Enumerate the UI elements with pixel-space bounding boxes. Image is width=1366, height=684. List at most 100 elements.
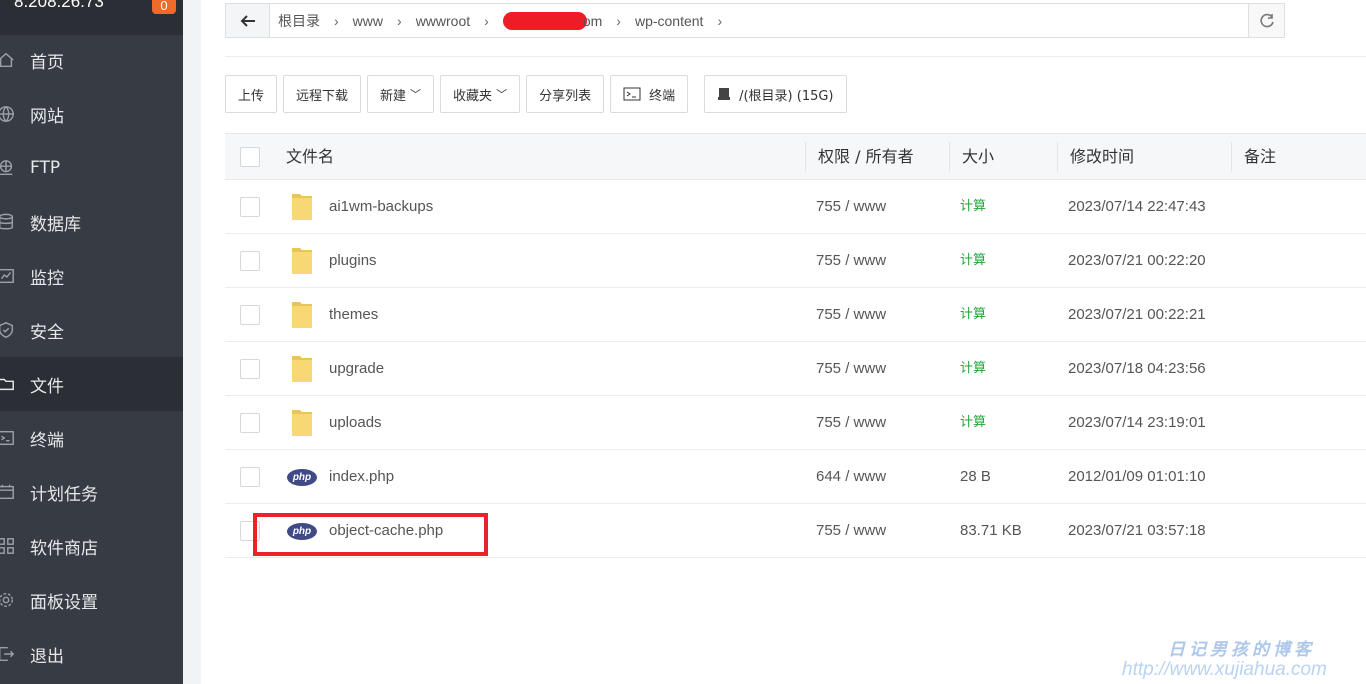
row-checkbox[interactable] xyxy=(240,305,260,325)
back-button[interactable] xyxy=(226,4,270,37)
refresh-button[interactable] xyxy=(1248,4,1284,37)
sidebar-item-label: 首页 xyxy=(30,52,64,73)
table-row[interactable]: ai1wm-backups 755 / www 计算 2023/07/14 22… xyxy=(225,180,1366,234)
globe-icon xyxy=(0,104,16,124)
logout-icon xyxy=(0,644,16,664)
folder-icon xyxy=(292,356,312,382)
sidebar-item-store[interactable]: 软件商店 xyxy=(0,519,183,573)
column-divider xyxy=(805,142,806,172)
file-name[interactable]: uploads xyxy=(329,396,382,450)
watermark-title: 日记男孩的博客 xyxy=(1168,640,1315,660)
share-list-label: 分享列表 xyxy=(539,88,592,104)
breadcrumb-item[interactable]: wwwroot xyxy=(416,13,470,29)
sidebar-item-terminal[interactable]: 终端 xyxy=(0,411,183,465)
arrow-left-icon xyxy=(240,14,255,27)
calculate-size-link[interactable]: 计算 xyxy=(960,180,986,234)
sidebar-item-label: 退出 xyxy=(30,646,64,667)
sidebar-item-cron[interactable]: 计划任务 xyxy=(0,465,183,519)
share-list-button[interactable]: 分享列表 xyxy=(526,75,605,113)
chevron-right-icon: › xyxy=(334,12,339,29)
sidebar-gutter xyxy=(183,0,201,684)
divider xyxy=(225,56,1366,57)
folder-icon xyxy=(292,410,312,436)
calculate-size-link[interactable]: 计算 xyxy=(960,288,986,342)
file-permission[interactable]: 755 / www xyxy=(816,180,886,234)
table-row[interactable]: plugins 755 / www 计算 2023/07/21 00:22:20 xyxy=(225,234,1366,288)
table-row[interactable]: themes 755 / www 计算 2023/07/21 00:22:21 xyxy=(225,288,1366,342)
sidebar-item-settings[interactable]: 面板设置 xyxy=(0,573,183,627)
notification-badge[interactable]: 0 xyxy=(152,0,176,14)
chevron-down-icon: ﹀ xyxy=(410,88,422,101)
calculate-size-link[interactable]: 计算 xyxy=(960,234,986,288)
new-label: 新建 xyxy=(380,88,407,104)
row-checkbox[interactable] xyxy=(240,359,260,379)
sidebar: 8.208.26.73 0 首页 网站 FTP 数据库 监控 安全 文件 终端 … xyxy=(0,0,183,684)
folder-icon xyxy=(292,194,312,220)
file-name[interactable]: ai1wm-backups xyxy=(329,180,433,234)
row-checkbox[interactable] xyxy=(240,467,260,487)
terminal-button[interactable]: 终端 xyxy=(610,75,689,113)
file-table: 文件名 权限 / 所有者 大小 修改时间 备注 ai1wm-backups 75… xyxy=(225,133,1366,558)
terminal-icon xyxy=(623,87,641,101)
file-permission[interactable]: 644 / www xyxy=(816,450,886,504)
table-row[interactable]: uploads 755 / www 计算 2023/07/14 23:19:01 xyxy=(225,396,1366,450)
file-permission[interactable]: 755 / www xyxy=(816,396,886,450)
row-checkbox[interactable] xyxy=(240,413,260,433)
sidebar-item-ftp[interactable]: FTP xyxy=(0,141,183,195)
breadcrumb-item[interactable]: wp-content xyxy=(635,13,703,29)
file-mtime: 2023/07/21 00:22:21 xyxy=(1068,306,1206,323)
refresh-icon xyxy=(1259,13,1274,27)
new-dropdown-button[interactable]: 新建 ﹀ xyxy=(367,75,435,113)
favorites-dropdown-button[interactable]: 收藏夹 ﹀ xyxy=(440,75,521,113)
sidebar-item-logout[interactable]: 退出 xyxy=(0,627,183,681)
sidebar-item-label: 文件 xyxy=(30,376,64,397)
sidebar-item-label: 网站 xyxy=(30,106,64,127)
upload-button[interactable]: 上传 xyxy=(225,75,278,113)
select-all-checkbox[interactable] xyxy=(240,147,260,167)
apps-icon xyxy=(0,536,16,556)
file-mtime: 2023/07/21 03:57:18 xyxy=(1068,522,1206,539)
sidebar-item-monitor[interactable]: 监控 xyxy=(0,249,183,303)
remote-download-button[interactable]: 远程下载 xyxy=(283,75,362,113)
breadcrumb-item[interactable]: om xyxy=(583,13,602,29)
file-permission[interactable]: 755 / www xyxy=(816,342,886,396)
sidebar-item-security[interactable]: 安全 xyxy=(0,303,183,357)
row-checkbox[interactable] xyxy=(240,251,260,271)
file-permission[interactable]: 755 / www xyxy=(816,288,886,342)
remote-download-label: 远程下载 xyxy=(296,88,349,104)
sidebar-item-database[interactable]: 数据库 xyxy=(0,195,183,249)
row-checkbox[interactable] xyxy=(240,197,260,217)
column-header-permission[interactable]: 权限 / 所有者 xyxy=(818,134,914,179)
table-row[interactable]: php index.php 644 / www 28 B 2012/01/09 … xyxy=(225,450,1366,504)
file-permission[interactable]: 755 / www xyxy=(816,234,886,288)
chevron-right-icon: › xyxy=(717,12,723,29)
file-name[interactable]: upgrade xyxy=(329,342,384,396)
chevron-down-icon: ﹀ xyxy=(496,88,508,101)
column-header-size[interactable]: 大小 xyxy=(962,134,994,179)
disk-label: /(根目录) (15G) xyxy=(739,88,834,104)
file-name[interactable]: themes xyxy=(329,288,378,342)
path-bar[interactable]: 根目录 › www › wwwroot › om › wp-content › xyxy=(225,3,1285,38)
breadcrumb-item[interactable]: www xyxy=(353,13,383,29)
breadcrumb-item[interactable]: 根目录 xyxy=(278,11,320,31)
file-permission[interactable]: 755 / www xyxy=(816,504,886,558)
file-name[interactable]: index.php xyxy=(329,450,394,504)
sidebar-item-files[interactable]: 文件 xyxy=(0,357,183,411)
server-ip: 8.208.26.73 xyxy=(14,0,104,11)
sidebar-item-website[interactable]: 网站 xyxy=(0,87,183,141)
column-header-name[interactable]: 文件名 xyxy=(286,134,334,179)
table-row[interactable]: upgrade 755 / www 计算 2023/07/18 04:23:56 xyxy=(225,342,1366,396)
calculate-size-link[interactable]: 计算 xyxy=(960,396,986,450)
folder-icon xyxy=(0,374,16,394)
calculate-size-link[interactable]: 计算 xyxy=(960,342,986,396)
column-header-mtime[interactable]: 修改时间 xyxy=(1070,134,1134,179)
chevron-right-icon: › xyxy=(397,12,402,29)
folder-icon xyxy=(292,302,312,328)
terminal-label: 终端 xyxy=(649,88,676,104)
redaction-mark xyxy=(502,11,587,30)
disk-button[interactable]: /(根目录) (15G) xyxy=(704,75,847,113)
file-name[interactable]: plugins xyxy=(329,234,377,288)
watermark-url: http://www.xujiahua.com xyxy=(1122,659,1327,680)
file-mtime: 2023/07/14 23:19:01 xyxy=(1068,414,1206,431)
sidebar-item-home[interactable]: 首页 xyxy=(0,33,183,87)
